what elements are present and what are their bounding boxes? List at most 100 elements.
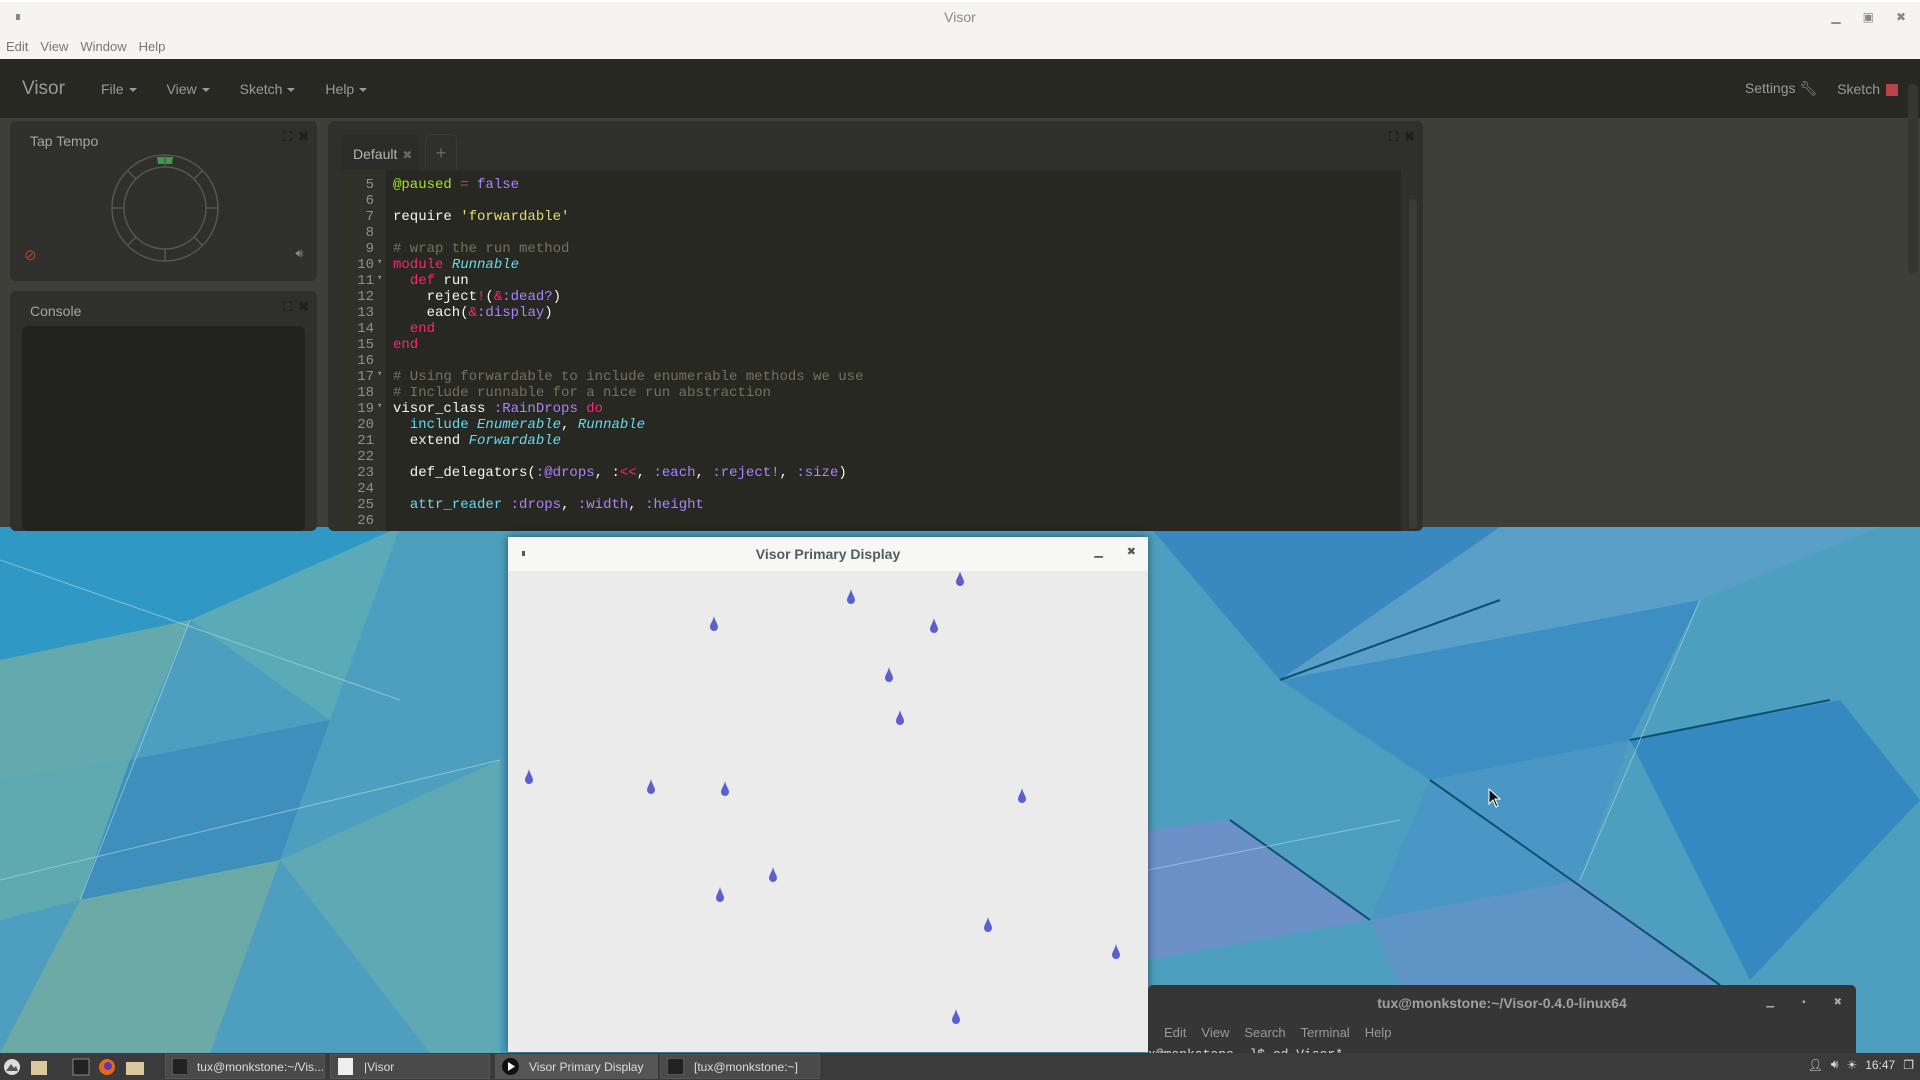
menu-help[interactable]: Help (139, 39, 166, 54)
window-menubar: Edit View Window Help (0, 34, 1920, 59)
caret-down-icon (128, 87, 137, 92)
minimize-button[interactable]: ▁ (1766, 997, 1774, 1008)
terminal-launcher-icon[interactable] (72, 1056, 90, 1077)
play-icon (502, 1058, 519, 1075)
mouse-cursor-icon (1488, 788, 1502, 808)
terminal-menu-terminal[interactable]: Terminal (1301, 1025, 1350, 1040)
visor-app-window: Visor ▁ ▣ ✖ Edit View Window Help Visor … (0, 0, 1920, 531)
app-launcher-icon[interactable] (3, 1056, 21, 1077)
line-number: 24 (357, 481, 374, 497)
terminal-icon (667, 1058, 684, 1075)
show-desktop-icon[interactable]: ❐ (1903, 1058, 1914, 1072)
minimize-button[interactable]: ▁ (1094, 545, 1102, 558)
terminal-menu-edit[interactable]: Edit (1164, 1025, 1186, 1040)
primary-display-window: Visor Primary Display ▁ ✖ (508, 537, 1148, 1052)
disable-icon[interactable]: ⊘ (24, 246, 37, 264)
nav-sketch[interactable]: Sketch (240, 81, 296, 97)
taskbar-task[interactable]: [tux@monkstone:~] (660, 1054, 820, 1079)
code-text: # Using forwardable to include enumerabl… (393, 369, 864, 385)
add-tab-button[interactable]: + (425, 134, 457, 170)
terminal-menu-search[interactable]: Search (1244, 1025, 1285, 1040)
maximize-button[interactable]: ▪ (1802, 997, 1806, 1008)
file-manager-icon[interactable] (30, 1056, 48, 1077)
nav-help[interactable]: Help (325, 80, 368, 97)
close-icon[interactable]: ✖ (298, 129, 309, 145)
terminal-menu-view[interactable]: View (1201, 1025, 1229, 1040)
tempo-dial[interactable] (110, 153, 220, 263)
close-button[interactable]: ✖ (1127, 545, 1136, 558)
primary-display-title: Visor Primary Display (755, 546, 901, 562)
app-navbar: Visor File View Sketch Help Settings 🔧︎ … (0, 59, 1920, 118)
nav-view[interactable]: View (167, 81, 210, 97)
fold-toggle-icon[interactable]: ▾ (377, 369, 382, 379)
taskbar-task-active[interactable]: Visor Primary Display (495, 1054, 658, 1079)
line-number: 6 (365, 193, 374, 209)
line-number: 17 (357, 369, 374, 385)
raindrop (885, 667, 893, 682)
firefox-icon[interactable] (98, 1056, 116, 1077)
tab-close-icon[interactable]: ✖ (402, 148, 412, 162)
fold-toggle-icon[interactable]: ▾ (377, 273, 382, 283)
console-output[interactable] (22, 326, 305, 531)
expand-icon[interactable]: ⛶ (1389, 129, 1398, 145)
app-scrollbar[interactable] (1908, 84, 1918, 274)
code-text: end (393, 337, 419, 353)
sketch-toggle-button[interactable]: Sketch (1837, 81, 1898, 97)
taskbar-task[interactable]: tux@monkstone:~/Vis... (165, 1054, 325, 1079)
folder-icon[interactable] (125, 1056, 145, 1077)
menu-view[interactable]: View (40, 39, 68, 54)
code-text: visor_class :RainDrops do (393, 401, 604, 417)
nav-file[interactable]: File (101, 81, 137, 97)
menu-edit[interactable]: Edit (6, 39, 28, 54)
window-titlebar[interactable]: Visor ▁ ▣ ✖ (0, 0, 1920, 34)
raindrop (956, 571, 964, 586)
brand-logo[interactable]: Visor (22, 78, 65, 100)
task-label: Visor Primary Display (529, 1059, 644, 1074)
expand-icon[interactable]: ⛶ (283, 299, 292, 315)
terminal-menu-help[interactable]: Help (1365, 1025, 1392, 1040)
raindrop (984, 917, 992, 932)
minimize-button[interactable]: ▁ (1831, 10, 1840, 24)
close-icon[interactable]: ✖ (298, 299, 309, 315)
sketch-canvas[interactable] (508, 571, 1148, 1052)
primary-display-titlebar[interactable]: Visor Primary Display ▁ ✖ (508, 537, 1148, 571)
line-number: 8 (365, 225, 374, 241)
menu-window[interactable]: Window (80, 39, 126, 54)
caret-down-icon (287, 87, 296, 92)
line-number: 18 (357, 385, 374, 401)
user-icon[interactable]: 👤︎ (1808, 1058, 1823, 1072)
line-number: 9 (365, 241, 374, 257)
close-button[interactable]: ✖ (1896, 10, 1906, 24)
code-text: extend Forwardable (393, 433, 562, 449)
line-number: 12 (357, 289, 374, 305)
close-button[interactable]: ✖ (1834, 997, 1842, 1008)
volume-icon[interactable]: 🔊︎ (1831, 1057, 1839, 1072)
settings-button[interactable]: Settings 🔧︎ (1745, 80, 1817, 97)
brightness-icon[interactable]: ☀ (1846, 1058, 1857, 1072)
task-label: tux@monkstone:~/Vis... (196, 1059, 324, 1074)
clock[interactable]: 16:47 (1865, 1058, 1895, 1072)
panel-title: Tap Tempo (30, 133, 99, 149)
speaker-icon[interactable]: 🔊︎ (295, 246, 303, 261)
nav-help-label: Help (325, 80, 355, 97)
terminal-title: tux@monkstone:~/Visor-0.4.0-linux64 (1377, 995, 1627, 1011)
close-icon[interactable]: ✖ (1404, 129, 1415, 145)
maximize-button[interactable]: ▣ (1863, 10, 1874, 24)
nav-file-label: File (100, 80, 124, 97)
code-text: each(&:display) (393, 305, 553, 321)
code-text: attr_reader :drops, :width, :height (409, 497, 704, 513)
taskbar-task[interactable]: |Visor (330, 1054, 490, 1079)
code-text: include Enumerable, Runnable (409, 417, 646, 433)
raindrop (847, 589, 855, 604)
fold-toggle-icon[interactable]: ▾ (377, 257, 382, 267)
tab-default[interactable]: Default ✖ (341, 134, 419, 170)
expand-icon[interactable]: ⛶ (283, 129, 292, 145)
line-number: 14 (357, 321, 374, 337)
line-number: 11 (357, 273, 374, 289)
editor-scrollbar[interactable] (1409, 199, 1417, 529)
tab-label: Default (353, 146, 398, 162)
fold-toggle-icon[interactable]: ▾ (377, 401, 382, 411)
code-area[interactable]: 5 @paused = false 6 7 require 'forwardable' 8… (341, 170, 1401, 531)
tap-tempo-panel: Tap Tempo ⛶ ✖ ⊘ 🔊︎ (10, 121, 317, 281)
code-text: require 'forwardable' (393, 209, 570, 225)
